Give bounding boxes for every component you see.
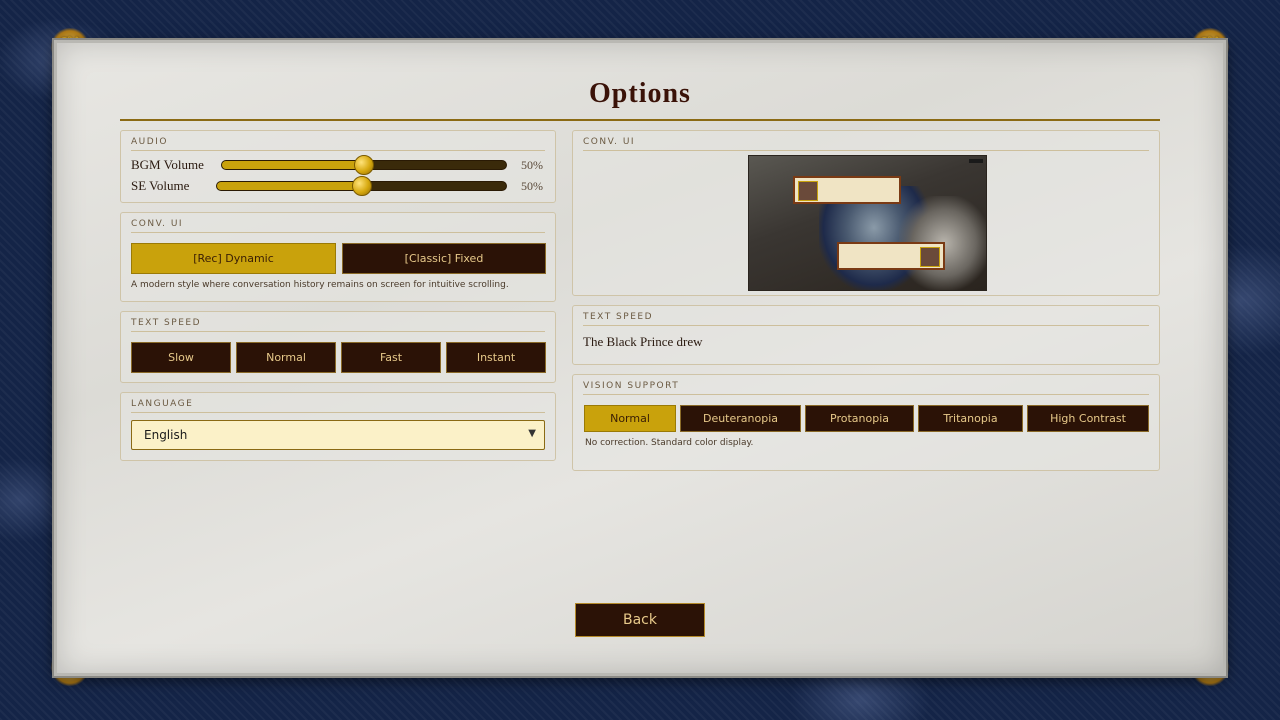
text-speed-slow-button[interactable]: Slow (131, 342, 231, 373)
bgm-volume-knob[interactable] (354, 155, 374, 175)
conv-ui-preview-image (748, 155, 987, 291)
vision-high-contrast-button[interactable]: High Contrast (1027, 405, 1149, 432)
vision-protanopia-button[interactable]: Protanopia (805, 405, 914, 432)
se-volume-value: 50% (521, 179, 543, 193)
text-speed-normal-button[interactable]: Normal (236, 342, 336, 373)
section-label: LANGUAGE (131, 399, 194, 409)
preview-dialog-box (837, 242, 945, 270)
page-title: Options (589, 78, 691, 109)
section-divider (131, 150, 545, 151)
section-label: VISION SUPPORT (583, 381, 680, 391)
preview-portrait (920, 247, 940, 267)
section-divider (131, 412, 545, 413)
se-volume-knob[interactable] (351, 176, 372, 196)
se-volume-slider[interactable] (216, 176, 507, 196)
bgm-volume-label: BGM Volume (131, 157, 204, 172)
chevron-down-icon: ▼ (528, 428, 536, 439)
preview-dialog-box (793, 176, 901, 204)
section-divider (583, 150, 1149, 151)
conv-ui-dynamic-button[interactable]: [Rec] Dynamic (131, 243, 336, 274)
language-selected-value: English (144, 428, 188, 442)
section-label: TEXT SPEED (583, 312, 653, 322)
section-divider (131, 232, 545, 233)
conv-ui-preview-section: CONV. UI (572, 130, 1160, 296)
conv-ui-fixed-button[interactable]: [Classic] Fixed (342, 243, 546, 274)
section-label: TEXT SPEED (131, 318, 201, 328)
section-label: AUDIO (131, 137, 168, 147)
bgm-volume-slider[interactable] (221, 155, 507, 175)
text-speed-preview-section: TEXT SPEED The Black Prince drew (572, 305, 1160, 365)
vision-description: No correction. Standard color display. (585, 438, 754, 448)
title-divider (120, 119, 1160, 121)
preview-badge (969, 159, 983, 163)
back-button[interactable]: Back (575, 603, 705, 637)
vision-normal-button[interactable]: Normal (584, 405, 676, 432)
language-select[interactable]: English ▼ (131, 420, 545, 450)
se-volume-label: SE Volume (131, 178, 190, 193)
text-speed-fast-button[interactable]: Fast (341, 342, 441, 373)
language-section: LANGUAGE English ▼ (120, 392, 556, 461)
text-speed-section: TEXT SPEED Slow Normal Fast Instant (120, 311, 556, 383)
text-speed-sample: The Black Prince drew (583, 334, 703, 349)
section-label: CONV. UI (131, 219, 184, 229)
conv-ui-section: CONV. UI [Rec] Dynamic [Classic] Fixed A… (120, 212, 556, 302)
bgm-volume-value: 50% (521, 158, 543, 172)
preview-portrait (798, 181, 818, 201)
section-divider (583, 325, 1149, 326)
section-label: CONV. UI (583, 137, 636, 147)
conv-ui-description: A modern style where conversation histor… (131, 280, 509, 290)
text-speed-instant-button[interactable]: Instant (446, 342, 546, 373)
audio-section: AUDIO BGM Volume 50% SE Volume 50% (120, 130, 556, 203)
section-divider (131, 331, 545, 332)
se-volume-fill (217, 182, 362, 190)
vision-tritanopia-button[interactable]: Tritanopia (918, 405, 1023, 432)
bgm-volume-fill (222, 161, 364, 169)
section-divider (583, 394, 1149, 395)
vision-support-section: VISION SUPPORT Normal Deuteranopia Prota… (572, 374, 1160, 471)
vision-deuteranopia-button[interactable]: Deuteranopia (680, 405, 801, 432)
